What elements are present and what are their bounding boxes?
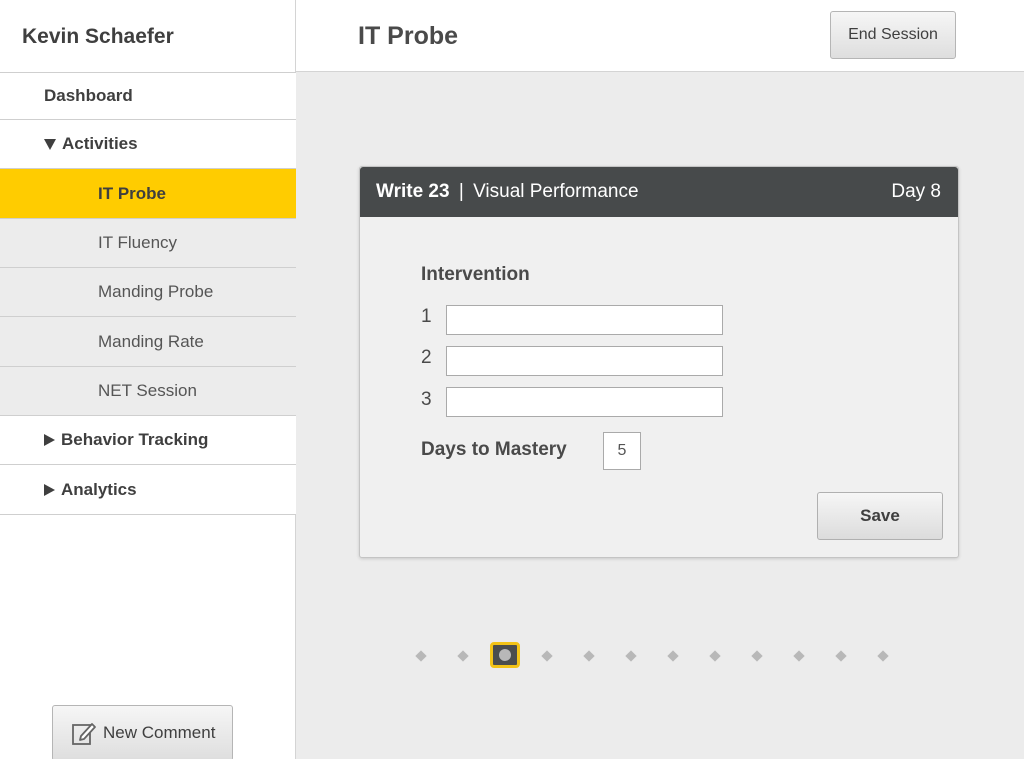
page-dot-marker-icon [499, 649, 511, 661]
header: IT Probe End Session [296, 0, 1024, 72]
days-to-mastery-label: Days to Mastery [421, 439, 567, 460]
row-number: 1 [421, 306, 432, 327]
sidebar-item-manding-probe[interactable]: Manding Probe [0, 268, 296, 317]
page-indicator [405, 640, 905, 672]
page-dot[interactable] [625, 650, 637, 662]
sidebar-item-label: Behavior Tracking [61, 430, 209, 449]
sidebar-item-manding-rate[interactable]: Manding Rate [0, 317, 296, 367]
edit-icon [72, 723, 96, 745]
page-dot[interactable] [835, 650, 847, 662]
new-comment-label: New Comment [103, 723, 216, 742]
sidebar-item-label: Activities [62, 134, 138, 153]
days-to-mastery-field[interactable]: 5 [603, 432, 641, 470]
triangle-right-icon [44, 483, 55, 496]
page-dot[interactable] [415, 650, 427, 662]
page-dot[interactable] [667, 650, 679, 662]
page-dot[interactable] [457, 650, 469, 662]
sidebar-nav: Dashboard Activities IT Probe IT Fluency… [0, 72, 296, 515]
end-session-button[interactable]: End Session [830, 11, 956, 59]
activity-code: Write 23 [376, 181, 450, 202]
save-button[interactable]: Save [817, 492, 943, 540]
page-dot[interactable] [583, 650, 595, 662]
sidebar-item-label: IT Probe [98, 183, 167, 203]
row-number: 2 [421, 347, 432, 368]
sidebar-item-label: IT Fluency [98, 233, 178, 252]
page-dot[interactable] [709, 650, 721, 662]
page-dot[interactable] [793, 650, 805, 662]
triangle-right-icon [44, 434, 55, 446]
sidebar-item-label: Manding Probe [98, 282, 214, 301]
card-title: Write 23 | Visual Performance [376, 181, 639, 203]
sidebar-item-label: Dashboard [44, 86, 133, 105]
sidebar-item-analytics[interactable]: Analytics [0, 465, 296, 515]
sidebar: Kevin Schaefer Dashboard Activities IT P… [0, 0, 296, 759]
sidebar-item-it-fluency[interactable]: IT Fluency [0, 219, 296, 268]
sidebar-item-label: NET Session [98, 381, 197, 400]
triangle-down-icon [44, 138, 56, 150]
activity-card: Write 23 | Visual Performance Day 8 Inte… [359, 166, 959, 558]
activity-subtitle: Visual Performance [473, 181, 639, 202]
sidebar-item-behavior-tracking[interactable]: Behavior Tracking [0, 416, 296, 465]
new-comment-button[interactable]: New Comment [52, 705, 233, 759]
section-title: Intervention [421, 264, 530, 285]
page-dot-current[interactable] [490, 642, 520, 668]
page-dot[interactable] [751, 650, 763, 662]
sidebar-item-activities[interactable]: Activities [0, 120, 296, 169]
card-header: Write 23 | Visual Performance Day 8 [360, 167, 958, 217]
sidebar-item-label: Analytics [61, 479, 137, 499]
sidebar-item-net-session[interactable]: NET Session [0, 367, 296, 416]
sidebar-item-dashboard[interactable]: Dashboard [0, 73, 296, 120]
page-dot[interactable] [541, 650, 553, 662]
sidebar-item-it-probe[interactable]: IT Probe [0, 169, 296, 219]
intervention-input-2[interactable] [446, 346, 723, 376]
page-dot[interactable] [877, 650, 889, 662]
title-separator: | [458, 181, 464, 202]
user-name: Kevin Schaefer [22, 25, 174, 48]
row-number: 3 [421, 389, 432, 410]
day-label: Day 8 [891, 181, 941, 202]
intervention-input-3[interactable] [446, 387, 723, 417]
sidebar-item-label: Manding Rate [98, 331, 204, 351]
intervention-input-1[interactable] [446, 305, 723, 335]
page-title: IT Probe [358, 22, 459, 50]
